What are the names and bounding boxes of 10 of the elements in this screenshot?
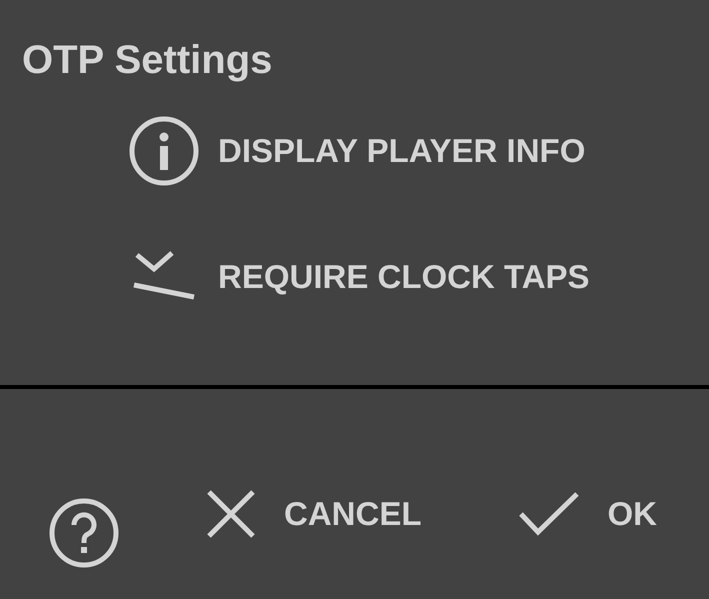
close-icon <box>206 489 256 539</box>
ok-button[interactable]: OK <box>518 489 657 539</box>
dialog-title: OTP Settings <box>21 37 272 84</box>
option-button[interactable]: DISPLAY PLAYER INFO <box>128 108 586 194</box>
help-icon <box>48 497 120 569</box>
info-icon <box>128 115 200 187</box>
option-button[interactable]: REQUIRE CLOCK TAPS <box>128 234 590 320</box>
help-button[interactable] <box>48 497 120 569</box>
cancel-button[interactable]: CANCEL <box>206 489 422 539</box>
check-icon <box>518 490 580 538</box>
